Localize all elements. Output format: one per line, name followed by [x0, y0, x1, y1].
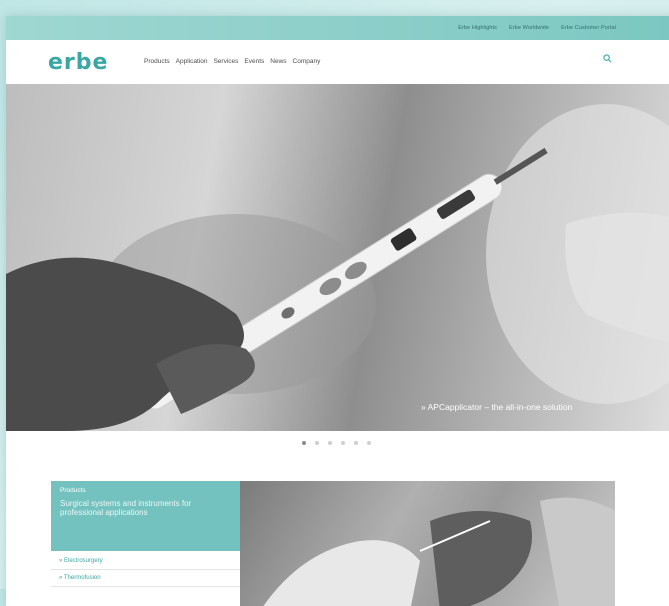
- list-item-electrosurgery[interactable]: » Electrosurgery: [51, 553, 240, 570]
- hero-banner[interactable]: » APCapplicator – the all-in-one solutio…: [6, 84, 669, 431]
- hero-caption[interactable]: » APCapplicator – the all-in-one solutio…: [421, 402, 572, 412]
- website-frame: Erbe Highlights Erbe Worldwide Erbe Cust…: [6, 16, 669, 606]
- topbar-link-worldwide[interactable]: Erbe Worldwide: [509, 25, 549, 31]
- nav-item-company[interactable]: Company: [293, 58, 321, 65]
- topbar-link-portal[interactable]: Erbe Customer Portal: [561, 25, 616, 31]
- list-item-thermofusion[interactable]: » Thermofusion: [51, 570, 240, 587]
- slider-dot-2[interactable]: [315, 441, 319, 445]
- slider-dot-4[interactable]: [341, 441, 345, 445]
- nav-item-products[interactable]: Products: [144, 58, 170, 65]
- hero-image-applicator: [6, 104, 669, 431]
- products-teaser-panel[interactable]: Products Surgical systems and instrument…: [51, 481, 240, 551]
- erbe-logo[interactable]: erbe: [48, 50, 108, 75]
- slider-dot-5[interactable]: [354, 441, 358, 445]
- nav-item-application[interactable]: Application: [176, 58, 208, 65]
- topbar-link-highlights[interactable]: Erbe Highlights: [458, 25, 497, 31]
- products-teaser-image: [240, 481, 615, 606]
- nav-menu: Products Application Services Events New…: [144, 58, 320, 65]
- slider-dot-1[interactable]: [302, 441, 306, 445]
- panel-title: Products: [60, 487, 86, 494]
- top-utility-bar: Erbe Highlights Erbe Worldwide Erbe Cust…: [6, 16, 669, 40]
- panel-subtitle: Surgical systems and instruments for pro…: [60, 499, 192, 517]
- surgeon-hands-image: [263, 497, 615, 606]
- slider-pagination: [302, 441, 371, 445]
- nav-item-events[interactable]: Events: [244, 58, 264, 65]
- nav-item-news[interactable]: News: [270, 58, 286, 65]
- slider-dot-3[interactable]: [328, 441, 332, 445]
- nav-item-services[interactable]: Services: [213, 58, 238, 65]
- slider-dot-6[interactable]: [367, 441, 371, 445]
- search-icon[interactable]: [603, 54, 612, 63]
- main-navigation: erbe Products Application Services Event…: [6, 40, 669, 84]
- product-category-list: » Electrosurgery » Thermofusion: [51, 553, 240, 587]
